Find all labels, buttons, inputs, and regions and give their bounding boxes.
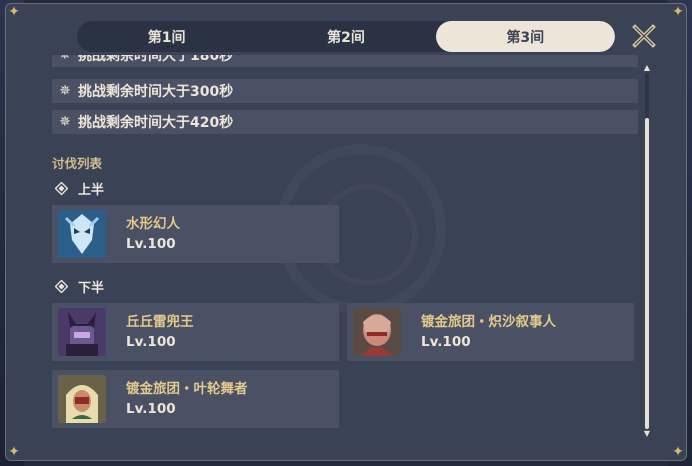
enemy-level: Lv.100: [421, 334, 471, 350]
first-half-header: 上半: [52, 179, 104, 198]
condition-row: ✵ 挑战剩余时间大于300秒: [52, 79, 638, 103]
star-icon: ✵: [59, 83, 71, 99]
enemy-level: Lv.100: [126, 334, 176, 350]
diamond-icon: [52, 182, 70, 195]
enemy-name: 镀金旅团・叶轮舞者: [126, 381, 248, 397]
enemy-card[interactable]: 丘丘雷兜王 Lv.100: [52, 303, 339, 361]
condition-row: ✵ 挑战剩余时间大于180秒: [52, 55, 638, 67]
chamber-tabs: 第1间 第2间 第3间: [77, 21, 615, 52]
corner-ornament-icon: ✦: [672, 4, 684, 20]
condition-text: 挑战剩余时间大于420秒: [78, 115, 234, 131]
scrollbar-thumb[interactable]: [645, 118, 649, 429]
scroll-down-icon[interactable]: ▼: [641, 429, 653, 438]
hydro-mimic-portrait: [58, 210, 106, 258]
corner-ornament-icon: ✦: [8, 444, 20, 460]
tab-chamber-1[interactable]: 第1间: [77, 21, 256, 52]
enemy-card[interactable]: 水形幻人 Lv.100: [52, 205, 339, 263]
condition-row: ✵ 挑战剩余时间大于420秒: [52, 110, 638, 134]
star-icon: ✵: [59, 114, 71, 130]
scroll-up-icon[interactable]: ▲: [641, 63, 653, 72]
second-half-label: 下半: [78, 281, 105, 296]
enemy-name: 丘丘雷兜王: [126, 314, 194, 330]
close-icon: [632, 24, 656, 48]
tab-chamber-2[interactable]: 第2间: [256, 21, 435, 52]
enemy-name: 镀金旅团・炽沙叙事人: [421, 314, 556, 330]
close-button[interactable]: [628, 20, 660, 52]
enemy-name: 水形幻人: [126, 216, 180, 232]
enemy-level: Lv.100: [126, 401, 176, 417]
star-icon: ✵: [59, 55, 71, 63]
enemy-card[interactable]: 镀金旅团・叶轮舞者 Lv.100: [52, 370, 339, 428]
enemy-level: Lv.100: [126, 236, 176, 252]
enemy-card[interactable]: 镀金旅团・炽沙叙事人 Lv.100: [347, 303, 634, 361]
scrollbar[interactable]: [645, 73, 649, 429]
diamond-icon: [52, 280, 70, 293]
condition-text: 挑战剩余时间大于300秒: [78, 84, 234, 100]
corner-ornament-icon: ✦: [8, 4, 20, 20]
tab-chamber-3[interactable]: 第3间: [435, 21, 615, 52]
eremite-dancer-portrait: [58, 375, 106, 423]
second-half-header: 下半: [52, 277, 104, 296]
corner-ornament-icon: ✦: [672, 444, 684, 460]
enemy-list-title: 讨伐列表: [52, 156, 103, 171]
sunfrost-storyteller-portrait: [353, 308, 401, 356]
condition-text: 挑战剩余时间大于180秒: [78, 55, 234, 64]
thunderhelm-lawachurl-portrait: [58, 308, 106, 356]
first-half-label: 上半: [78, 183, 105, 198]
chamber-details: ✵ 挑战剩余时间大于180秒 ✵ 挑战剩余时间大于300秒 ✵ 挑战剩余时间大于…: [52, 55, 642, 430]
